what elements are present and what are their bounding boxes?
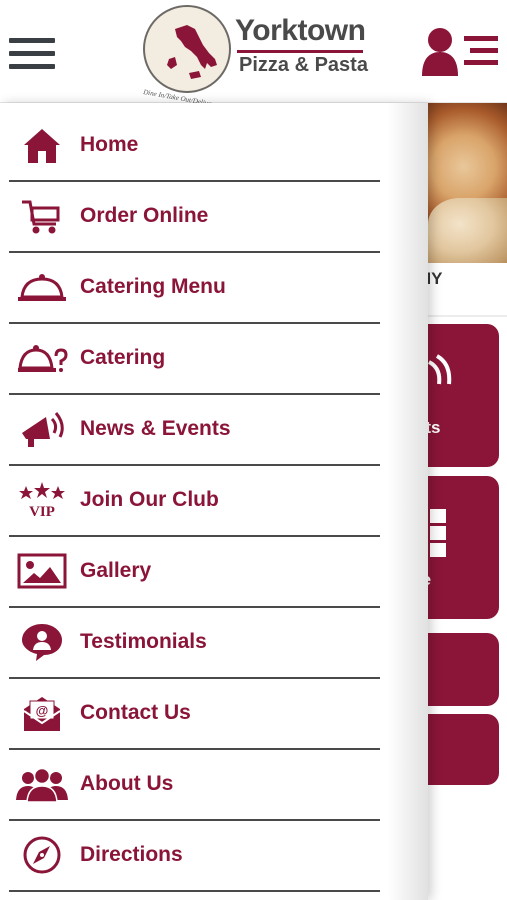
image-icon — [14, 551, 70, 591]
restaurant-logo[interactable]: Yorktown Pizza & Pasta Dine In/Take Out/… — [140, 2, 368, 109]
group-icon — [14, 764, 70, 804]
menu-label-catering: Catering — [80, 346, 166, 369]
logo-divider — [237, 50, 363, 53]
home-icon — [14, 125, 70, 165]
app-header: Yorktown Pizza & Pasta Dine In/Take Out/… — [0, 0, 507, 109]
megaphone-icon — [14, 409, 70, 449]
menu-item-testimonials[interactable]: Testimonials — [0, 608, 380, 679]
side-drawer-menu: Home Order Online Catering Menu Catering… — [0, 103, 428, 900]
menu-label-directions: Directions — [80, 843, 183, 866]
menu-label-news-events: News & Events — [80, 417, 231, 440]
menu-item-catering-menu[interactable]: Catering Menu — [0, 253, 380, 324]
menu-item-home[interactable]: Home — [0, 111, 380, 182]
svg-text:@: @ — [36, 703, 49, 718]
menu-item-order-online[interactable]: Order Online — [0, 182, 380, 253]
menu-label-join-our-club: Join Our Club — [80, 488, 219, 511]
vip-stars-icon: VIP — [14, 480, 70, 520]
logo-subtitle: Pizza & Pasta — [239, 54, 368, 76]
cloche-question-icon — [14, 338, 70, 378]
menu-divider — [9, 890, 380, 892]
section-divider — [428, 315, 507, 317]
testimonial-icon — [14, 622, 70, 662]
cart-icon — [14, 196, 70, 236]
menu-label-contact-us: Contact Us — [80, 701, 191, 724]
logo-title: Yorktown — [235, 14, 366, 47]
menu-item-gallery[interactable]: Gallery — [0, 537, 380, 608]
menu-label-order-online: Order Online — [80, 204, 209, 227]
envelope-icon: @ — [14, 693, 70, 733]
signal-icon — [427, 354, 452, 385]
menu-label-catering-menu: Catering Menu — [80, 275, 226, 298]
menu-item-catering[interactable]: Catering — [0, 324, 380, 395]
italy-map-emblem — [143, 5, 231, 93]
user-list-icon[interactable] — [420, 24, 500, 80]
menu-label-home: Home — [80, 133, 139, 156]
menu-label-about-us: About Us — [80, 772, 174, 795]
compass-icon — [14, 835, 70, 875]
cloche-icon — [14, 267, 70, 307]
menu-item-directions[interactable]: Directions — [0, 821, 380, 892]
menu-item-contact-us[interactable]: @ Contact Us — [0, 679, 380, 750]
grid-icon — [430, 509, 446, 557]
menu-item-news-events[interactable]: News & Events — [0, 395, 380, 466]
menu-item-join-our-club[interactable]: VIP Join Our Club — [0, 466, 380, 537]
menu-label-testimonials: Testimonials — [80, 630, 207, 653]
menu-item-about-us[interactable]: About Us — [0, 750, 380, 821]
hamburger-menu-icon[interactable] — [9, 38, 55, 74]
pizza-photo — [428, 103, 507, 263]
menu-label-gallery: Gallery — [80, 559, 152, 582]
svg-text:VIP: VIP — [29, 504, 55, 520]
